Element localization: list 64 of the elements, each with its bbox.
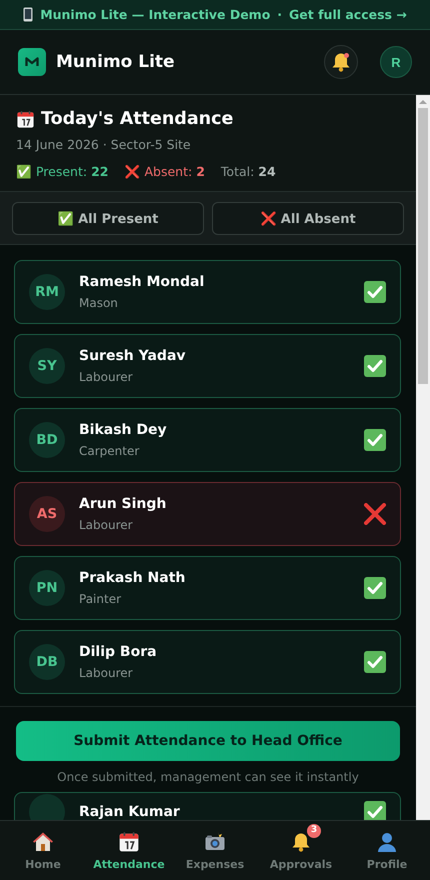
initials-avatar: PN bbox=[29, 570, 65, 606]
check-icon[interactable] bbox=[364, 651, 386, 673]
check-icon[interactable] bbox=[364, 429, 386, 451]
initials-avatar: BD bbox=[29, 422, 65, 458]
initials-avatar: DB bbox=[29, 644, 65, 680]
separator: · bbox=[277, 7, 282, 22]
worker-role: Painter bbox=[79, 592, 122, 606]
bell-icon bbox=[290, 830, 312, 852]
stat-absent: ❌ Absent: 2 bbox=[124, 164, 205, 179]
worker-role: Labourer bbox=[79, 370, 134, 384]
stat-present: ✅ Present: 22 bbox=[16, 164, 108, 179]
worker-role: Mason bbox=[79, 296, 119, 310]
worker-card[interactable]: SY Suresh Yadav Labourer bbox=[14, 334, 401, 398]
check-icon[interactable] bbox=[364, 801, 386, 820]
calendar-icon bbox=[16, 110, 35, 128]
bulk-button[interactable]: ❌ All Absent bbox=[212, 202, 404, 235]
access-link[interactable]: Get full access → bbox=[289, 7, 407, 22]
worker-name: Bikash Dey bbox=[79, 422, 168, 438]
cross-icon[interactable] bbox=[364, 503, 386, 525]
submit-button[interactable]: Submit Attendance to Head Office bbox=[16, 721, 400, 761]
date-site: 14 June 2026 · Sector-5 Site bbox=[16, 137, 192, 152]
nav-tab[interactable]: 3 Approvals bbox=[258, 821, 344, 880]
worker-name: Arun Singh bbox=[79, 496, 168, 512]
count-badge: 3 bbox=[307, 824, 321, 838]
worker-name: Dilip Bora bbox=[79, 644, 158, 660]
check-icon[interactable] bbox=[364, 577, 386, 599]
worker-card[interactable]: Rajan Kumar bbox=[14, 792, 401, 820]
worker-role: Carpenter bbox=[79, 444, 140, 458]
worker-role: Labourer bbox=[79, 666, 134, 680]
notification-button[interactable] bbox=[324, 45, 358, 79]
worker-role: Labourer bbox=[79, 518, 134, 532]
calendar-icon bbox=[118, 830, 140, 852]
initials-avatar: RM bbox=[29, 274, 65, 310]
avatar-circle bbox=[29, 794, 65, 820]
nav-tab[interactable]: Profile bbox=[344, 821, 430, 880]
bell-icon bbox=[330, 51, 352, 73]
bulk-button[interactable]: ✅ All Present bbox=[12, 202, 204, 235]
worker-card[interactable]: AS Arun Singh Labourer bbox=[14, 482, 401, 546]
scrollbar[interactable] bbox=[416, 95, 430, 820]
worker-name: Suresh Yadav bbox=[79, 348, 187, 364]
worker-card[interactable]: RM Ramesh Mondal Mason bbox=[14, 260, 401, 324]
person-icon bbox=[376, 830, 398, 852]
logo-icon bbox=[18, 48, 46, 76]
check-icon[interactable] bbox=[364, 281, 386, 303]
phone-icon bbox=[23, 7, 34, 22]
initials-avatar: SY bbox=[29, 348, 65, 384]
submit-note: Once submitted, management can see it instantly bbox=[57, 770, 359, 784]
worker-card[interactable]: DB Dilip Bora Labourer bbox=[14, 630, 401, 694]
worker-name: Ramesh Mondal bbox=[79, 274, 206, 290]
house-icon bbox=[32, 830, 54, 852]
worker-card[interactable]: PN Prakash Nath Painter bbox=[14, 556, 401, 620]
stat-total: Total: 24 bbox=[220, 164, 276, 179]
nav-tab[interactable]: Home bbox=[0, 821, 86, 880]
nav-tab[interactable]: Expenses bbox=[172, 821, 258, 880]
profile-avatar[interactable]: R bbox=[380, 46, 412, 78]
app-title: Munimo Lite bbox=[56, 52, 176, 72]
initials-avatar: AS bbox=[29, 496, 65, 532]
worker-name: Rajan Kumar bbox=[79, 804, 181, 820]
worker-card[interactable]: BD Bikash Dey Carpenter bbox=[14, 408, 401, 472]
banner-text: Munimo Lite — Interactive Demo bbox=[40, 7, 270, 22]
nav-tab[interactable]: Attendance bbox=[86, 821, 172, 880]
page-title: Today's Attendance bbox=[41, 109, 234, 129]
check-icon[interactable] bbox=[364, 355, 386, 377]
worker-name: Prakash Nath bbox=[79, 570, 186, 586]
